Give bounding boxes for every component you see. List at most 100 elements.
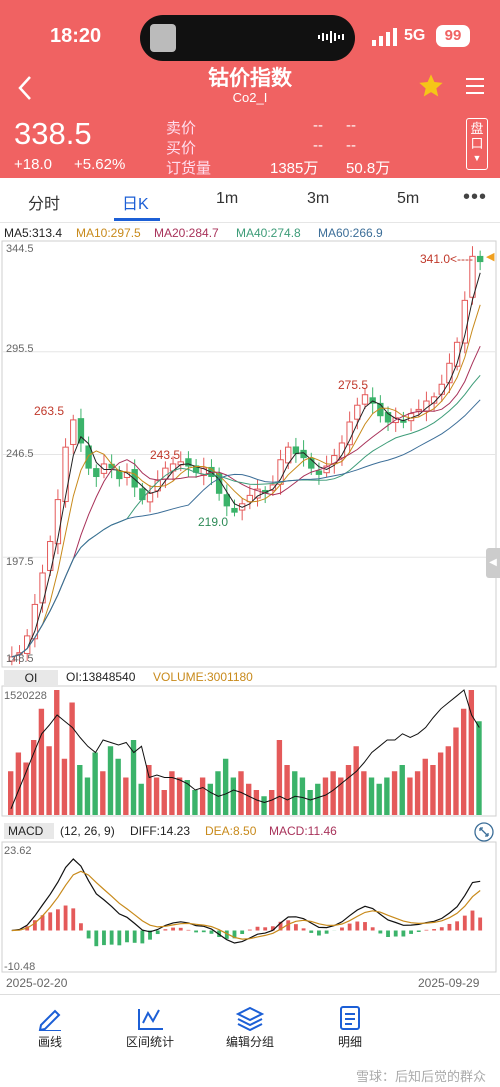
favorite-star-icon[interactable] (417, 72, 445, 100)
order-label: 订货量 (166, 160, 212, 177)
volume-bar (437, 752, 444, 815)
volume-bar (307, 790, 313, 815)
toolbar-detail-label[interactable]: 明细 (300, 1033, 400, 1050)
volume-bar (246, 783, 252, 815)
volume-bar (276, 740, 283, 815)
battery-level: 99 (436, 25, 470, 47)
volume-bar (322, 777, 329, 815)
volume-bar (230, 777, 237, 815)
ma20-line (11, 345, 481, 658)
order-value-2: 50.8万 (346, 160, 391, 177)
chart-area[interactable] (0, 240, 500, 990)
price-tick-3: 246.5 (6, 448, 34, 460)
volume-bar (115, 758, 121, 815)
volume-bar (146, 765, 152, 815)
candle-body (116, 470, 123, 480)
candle-body (139, 488, 146, 501)
candle-body (70, 419, 77, 445)
macd-diff: DIFF:14.23 (130, 824, 191, 838)
price-tick-4: 197.5 (6, 556, 34, 568)
volume-tick-max: 1520228 (4, 690, 47, 702)
candle-body (292, 446, 300, 454)
candle-body (438, 383, 445, 395)
layers-icon[interactable] (235, 1005, 265, 1031)
volume-bar (361, 771, 367, 815)
ma10-line (11, 304, 481, 658)
candle-body (146, 492, 154, 503)
candle-body (415, 408, 422, 412)
buy-value-2: -- (346, 137, 356, 154)
expand-panel-icon[interactable]: ◀ (486, 548, 500, 578)
macd-tick-max: 23.62 (4, 845, 32, 857)
menu-icon[interactable] (463, 74, 487, 98)
audio-wave-icon (318, 31, 344, 43)
list-icon[interactable] (335, 1005, 365, 1031)
stats-icon[interactable] (135, 1005, 165, 1031)
price-change: +18.0 (14, 156, 52, 173)
volume-bar (384, 777, 390, 815)
volume-bar (153, 777, 160, 815)
pen-icon[interactable] (35, 1005, 65, 1031)
volume-bar (299, 777, 306, 815)
volume-bar (107, 746, 114, 815)
volume-bars (8, 690, 482, 815)
tab-intraday[interactable]: 分时 (28, 190, 60, 214)
volume-bar (207, 783, 213, 815)
volume-bar (46, 746, 52, 815)
volume-bar (176, 777, 183, 815)
toolbar-range-stats-label[interactable]: 区间统计 (100, 1033, 200, 1050)
toolbar-edit-group-label[interactable]: 编辑分组 (200, 1033, 300, 1050)
candle-body (361, 394, 369, 405)
candle-body (100, 463, 108, 474)
volume-bar (261, 796, 267, 815)
last-price-marker-icon: ◀ (486, 251, 495, 263)
volume-bar (353, 746, 359, 815)
volume-bar (23, 762, 29, 815)
sell-value-1: -- (313, 117, 323, 134)
tab-1m[interactable]: 1m (216, 190, 238, 208)
ma10-label: MA10:297.5 (76, 226, 141, 240)
more-icon[interactable]: ••• (463, 186, 487, 209)
macd-tab[interactable]: MACD (4, 823, 54, 839)
volume-bar (31, 740, 37, 815)
tab-daily-k[interactable]: 日K (122, 190, 149, 214)
network-type: 5G (404, 27, 426, 44)
volume-bar (84, 777, 91, 815)
fullscreen-icon[interactable] (474, 822, 494, 842)
volume-bar (292, 771, 298, 815)
tab-3m[interactable]: 3m (307, 190, 329, 208)
signal-icon (372, 28, 397, 46)
ma40-label: MA40:274.8 (236, 226, 301, 240)
annotation-high-2: 243.5 (150, 448, 181, 462)
date-end: 2025-09-29 (418, 976, 480, 990)
volume-bar (330, 771, 336, 815)
candlesticks (8, 246, 484, 666)
price-change-percent: +5.62% (74, 156, 126, 173)
order-book-button[interactable]: 盘口 ▼ (466, 118, 488, 170)
ma5-label: MA5:313.4 (4, 226, 63, 240)
volume-bar (77, 765, 83, 815)
volume-bar (15, 752, 22, 815)
watermark: 雪球：后知后觉的群众 (355, 1069, 486, 1084)
buy-value-1: -- (313, 137, 323, 154)
volume-bar (399, 765, 405, 815)
period-tabs: 分时 日K 1m 3m 5m ••• (0, 178, 500, 223)
macd-tick-min: -10.48 (4, 961, 36, 973)
order-value-1: 1385万 (270, 160, 319, 177)
volume-bar (54, 690, 60, 815)
volume-bar (284, 765, 290, 815)
date-start: 2025-02-20 (6, 976, 68, 990)
volume-bar (92, 752, 98, 815)
candle-body (77, 418, 85, 444)
volume-bar (376, 783, 382, 815)
tab-5m[interactable]: 5m (397, 190, 419, 208)
buy-label: 买价 (166, 140, 197, 157)
toolbar-draw-label[interactable]: 画线 (0, 1033, 100, 1050)
volume-bar (222, 758, 229, 815)
volume-bar (476, 721, 482, 815)
sell-value-2: -- (346, 117, 356, 134)
oi-tab[interactable]: OI (4, 670, 58, 686)
volume-bar (123, 777, 129, 815)
volume-bar (460, 708, 467, 815)
last-price: 338.5 (14, 116, 92, 151)
